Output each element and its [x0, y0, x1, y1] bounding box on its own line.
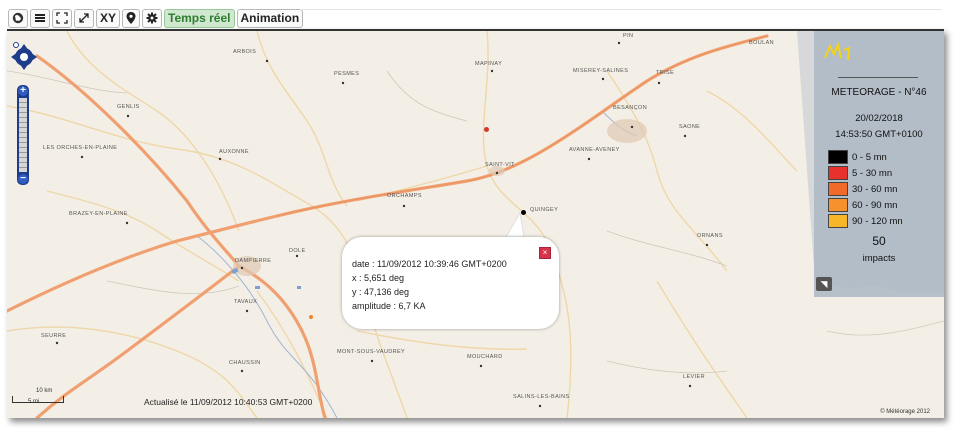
- fullscreen-icon[interactable]: [74, 8, 94, 28]
- legend-bin-row: 30 - 60 mn: [828, 181, 903, 197]
- place-label: SAONE: [679, 124, 701, 130]
- place-label: MONT-SOUS-VAUDREY: [337, 349, 406, 355]
- place-label: SAINT-VIT: [485, 162, 515, 168]
- place-label: ORNANS: [697, 233, 723, 239]
- legend-bins: 0 - 5 mn 5 - 30 mn 30 - 60 mn 60 - 90 mn 90 …: [828, 149, 903, 229]
- legend-title: METEORAGE - N°46: [831, 87, 927, 98]
- globe-icon[interactable]: [8, 8, 28, 28]
- legend-bin-label: 60 - 90 mn: [852, 199, 898, 211]
- place-label: SEURRE: [41, 333, 67, 339]
- place-label: ORCHAMPS: [387, 193, 422, 199]
- place-label: MAPINAY: [475, 61, 503, 67]
- legend-bin-label: 0 - 5 mn: [852, 151, 887, 163]
- legend-bin-label: 90 - 120 mn: [852, 215, 903, 227]
- legend-swatch: [828, 214, 848, 228]
- legend-swatch: [828, 182, 848, 196]
- animation-button[interactable]: Animation: [236, 8, 304, 28]
- scale-km: 10 km: [36, 388, 53, 394]
- place-label: QUINGEY: [530, 207, 559, 213]
- place-label: CHAUSSIN: [229, 360, 261, 366]
- popup-y: y : 47,136 deg: [352, 287, 410, 297]
- place-label: PIN: [623, 33, 634, 39]
- update-text: Actualisé le 11/09/2012 10:40:53 GMT+020…: [144, 397, 313, 407]
- popup-date: date : 11/09/2012 10:39:46 GMT+0200: [352, 259, 507, 269]
- legend-swatch: [828, 166, 848, 180]
- layers-icon[interactable]: [30, 8, 50, 28]
- map-view[interactable]: BOULAN PIN MAPINAY MISEREY-SALINES TRISE…: [7, 29, 944, 418]
- place-label: BRAZEY-EN-PLAINE: [69, 211, 128, 217]
- popup-x: x : 5,651 deg: [352, 273, 405, 283]
- legend-date: 20/02/2018: [855, 113, 903, 124]
- legend-bin-row: 90 - 120 mn: [828, 213, 903, 229]
- place-label: MOUCHARD: [467, 354, 503, 360]
- fit-extent-icon[interactable]: [52, 8, 72, 28]
- place-label: TRISE: [656, 70, 675, 76]
- place-label: AVANNE-AVENEY: [569, 147, 620, 153]
- place-label: SALINS-LES-BAINS: [513, 394, 570, 400]
- place-label: TAVAUX: [234, 299, 258, 305]
- place-label: DOLE: [289, 248, 306, 254]
- scale-bar: 10 km 5 mi: [12, 388, 74, 408]
- legend-swatch: [828, 198, 848, 212]
- legend-swatch: [828, 150, 848, 164]
- place-label: MISEREY-SALINES: [573, 68, 629, 74]
- place-label: BOULAN: [749, 40, 775, 46]
- impact-popup: × date : 11/09/2012 10:39:46 GMT+0200 x …: [342, 237, 559, 329]
- popup-amplitude: amplitude : 6,7 KA: [352, 301, 426, 311]
- close-icon[interactable]: ×: [539, 247, 551, 259]
- meteorage-logo: [824, 42, 851, 61]
- zoom-out-button[interactable]: −: [18, 174, 28, 184]
- legend-bin-label: 30 - 60 mn: [852, 183, 898, 195]
- zoom-in-button[interactable]: +: [18, 86, 28, 96]
- impact-marker-red[interactable]: [484, 127, 489, 132]
- pan-control[interactable]: [11, 41, 37, 71]
- place-label: ARBOIS: [233, 49, 257, 55]
- collapse-legend-icon[interactable]: ◥: [816, 277, 832, 291]
- temps-reel-button[interactable]: Temps réel: [164, 8, 235, 28]
- place-label: BESANÇON: [613, 105, 648, 111]
- place-label: PESMES: [334, 71, 360, 77]
- place-label: AUXONNE: [219, 149, 249, 155]
- gear-icon[interactable]: [142, 8, 163, 28]
- attribution: © Météorage 2012: [880, 409, 930, 415]
- legend-time: 14:53:50 GMT+0100: [835, 129, 923, 140]
- scale-mi: 5 mi: [28, 399, 40, 405]
- place-label: LES ORCHES-EN-PLAINE: [43, 145, 118, 151]
- legend-bin-row: 60 - 90 mn: [828, 197, 903, 213]
- zoom-slider[interactable]: [19, 98, 27, 172]
- map-toolbar: XY Temps réel Animation: [8, 8, 304, 28]
- zoom-bar: + −: [17, 85, 29, 185]
- impacts-count: 50: [872, 234, 886, 248]
- place-label: LEVIER: [683, 374, 705, 380]
- place-label: DAMPIERRE: [235, 258, 272, 264]
- place-label: GENLIS: [117, 104, 140, 110]
- legend-bin-label: 5 - 30 mn: [852, 167, 893, 179]
- location-pin-icon[interactable]: [122, 8, 141, 28]
- impacts-label: impacts: [862, 253, 896, 264]
- legend-bin-row: 0 - 5 mn: [828, 149, 903, 165]
- impact-marker-orange[interactable]: [309, 315, 313, 319]
- legend-panel: METEORAGE - N°46 20/02/2018 14:53:50 GMT…: [814, 31, 944, 297]
- legend-separator: [838, 77, 918, 78]
- legend-bin-row: 5 - 30 mn: [828, 165, 903, 181]
- toolbar-divider: [300, 9, 942, 10]
- xy-button[interactable]: XY: [96, 8, 121, 28]
